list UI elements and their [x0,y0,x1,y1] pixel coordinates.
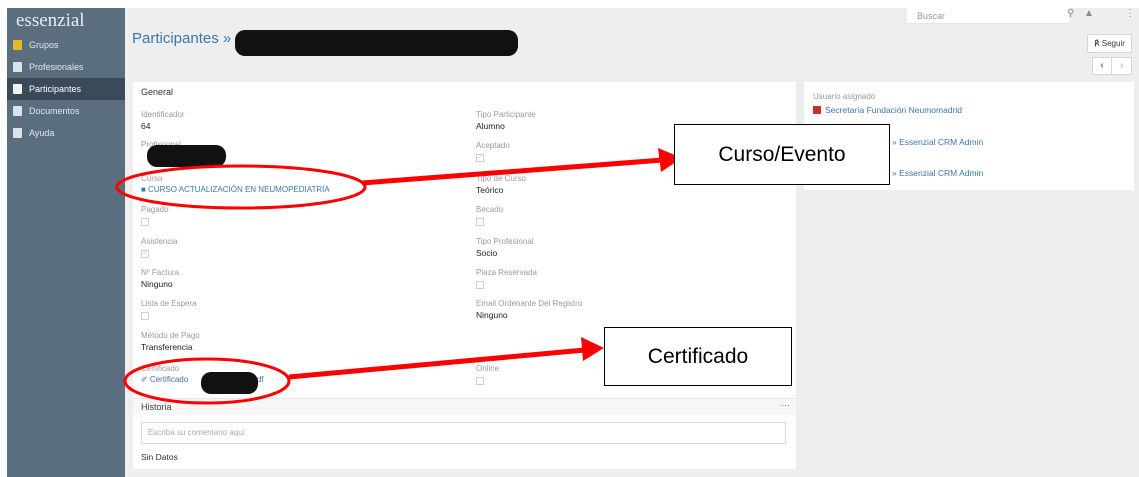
certificate-prefix: ✐ Certificado [141,375,189,384]
field-label: Plaza Reservada [476,268,537,277]
bell-icon[interactable]: ▲ [1084,8,1094,19]
assigned-user-name: Secretaría Fundación Neumomadrid [825,105,963,115]
record-pager: ‹ › [1092,57,1132,75]
field-factura: Nº Factura Ninguno [141,268,179,290]
app-frame: essenzial Grupos Profesionales Participa… [7,8,1139,477]
page-title: Participantes » [132,30,232,47]
field-label: Becado [476,205,504,214]
participants-icon [13,84,22,94]
sidebar-item-label: Participantes [29,84,82,94]
field-value: Socio [476,248,498,258]
created-by-link[interactable]: » Essenzial CRM Admin [892,137,983,147]
user-icon [813,106,821,114]
asistencia-checkbox[interactable]: ✓ [141,250,149,258]
field-label: Aceptado [476,141,510,150]
field-label: Nº Factura [141,268,180,277]
field-label: Tipo Profesional [476,237,534,246]
assigned-user-link[interactable]: Secretaría Fundación Neumomadrid [813,105,962,115]
sidebar-item-documentos[interactable]: Documentos [7,100,125,122]
follow-button[interactable]: ℟ Seguir [1087,34,1132,53]
previous-record-button[interactable]: ‹ [1092,57,1112,75]
field-email-ordenante: Email Ordenante Del Registro Ninguno [476,299,582,321]
historia-menu-icon[interactable]: ··· [781,400,790,410]
sidebar-item-participantes[interactable]: Participantes [7,78,125,100]
field-tipo-profesional: Tipo Profesional Socio [476,237,534,259]
lista-espera-checkbox[interactable] [141,312,149,320]
sidebar: essenzial Grupos Profesionales Participa… [7,8,125,477]
annotation-certificado: Certificado [604,327,792,386]
field-label: Identificador [141,110,185,119]
field-label: Tipo de Curso [476,174,526,183]
field-tipo-participante: Tipo Participante Alumno [476,110,536,132]
historia-title: Historia [141,402,172,412]
field-value: Teórico [476,185,504,195]
groups-icon [13,40,22,50]
comment-input[interactable]: Escriba su comentario aquí [141,422,786,444]
professionals-icon [13,62,22,72]
modified-by-link[interactable]: » Essenzial CRM Admin [892,168,983,178]
field-label: Pagado [141,205,169,214]
sidebar-item-label: Ayuda [29,128,55,138]
sidebar-item-label: Documentos [29,106,80,116]
historia-header: Historia ··· [133,398,796,415]
pagado-checkbox[interactable] [141,218,149,226]
course-link[interactable]: ■ CURSO ACTUALIZACIÓN EN NEUMOPEDIATRÍA [141,184,330,196]
sidebar-nav: Grupos Profesionales Participantes Docum… [7,34,125,144]
sidebar-item-profesionales[interactable]: Profesionales [7,56,125,78]
field-plaza-reservada: Plaza Reservada [476,268,537,289]
assigned-user-label: Usuario asignado [813,92,876,101]
field-label: Online [476,364,500,373]
field-metodo-pago: Método de Pago Transferencia [141,331,200,353]
field-value: Ninguno [141,279,173,289]
field-value: 64 [141,121,151,131]
field-label: Email Ordenante Del Registro [476,299,583,308]
field-pagado: Pagado [141,205,169,226]
field-value: Alumno [476,121,505,131]
field-tipo-curso: Tipo de Curso Teórico [476,174,526,196]
field-value: Ninguno [476,310,508,320]
sidebar-item-grupos[interactable]: Grupos [7,34,125,56]
field-curso: Curso ■ CURSO ACTUALIZACIÓN EN NEUMOPEDI… [141,174,330,196]
aceptado-checkbox[interactable]: ✓ [476,154,484,162]
field-label: Tipo Participante [476,110,536,119]
search-input[interactable]: Buscar [907,8,1069,24]
field-online: Online [476,364,499,385]
next-record-button[interactable]: › [1112,57,1132,75]
field-asistencia: Asistencia ✓ [141,237,177,258]
sidebar-item-label: Grupos [29,40,59,50]
field-identificador: Identificador 64 [141,110,185,132]
field-label: Asistencia [141,237,178,246]
online-checkbox[interactable] [476,377,484,385]
redacted-participant-name [235,30,518,56]
app-logo[interactable]: essenzial [16,10,85,32]
sidebar-item-label: Profesionales [29,62,84,72]
search-icon[interactable]: ⚲ [1067,8,1074,19]
historia-empty-text: Sin Datos [141,452,178,462]
annotation-curso-evento: Curso/Evento [674,124,890,185]
becado-checkbox[interactable] [476,218,484,226]
redacted-certificate-name [201,372,258,394]
field-label: Curso [141,174,163,183]
documents-icon [13,106,22,116]
section-title: General [141,87,174,97]
more-menu-icon[interactable]: ⋮ [1125,8,1135,19]
sidebar-item-ayuda[interactable]: Ayuda [7,122,125,144]
redacted-professional [147,145,226,167]
field-becado: Becado [476,205,503,226]
help-icon [13,128,22,138]
field-aceptado: Aceptado ✓ [476,141,510,162]
field-label: Método de Pago [141,331,200,340]
plaza-reservada-checkbox[interactable] [476,281,484,289]
field-label: Lista de Espera [141,299,197,308]
field-lista-espera: Lista de Espera [141,299,197,320]
field-value: Transferencia [141,342,193,352]
